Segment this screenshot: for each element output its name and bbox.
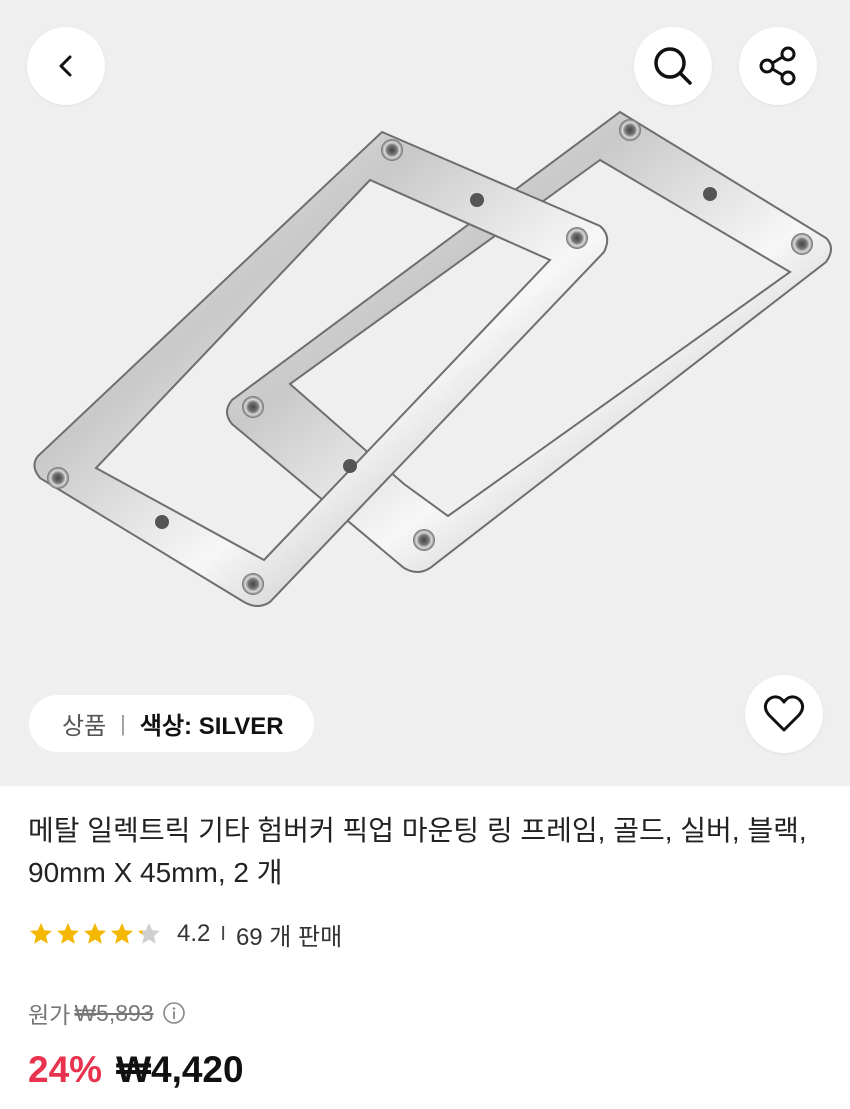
option-value: 색상: SILVER [139,713,284,740]
rating-stars [28,921,163,947]
sale-price-row: 24% ₩4,420 [28,1045,244,1095]
option-label: 상품 [62,713,107,740]
star-icon [57,923,79,944]
back-button[interactable] [27,27,105,105]
heart-outline-icon [763,695,805,732]
product-title: 메탈 일렉트릭 기타 험버커 픽업 마운팅 링 프레임, 골드, 실버, 블랙,… [28,815,807,888]
rating-value: 4.2 [177,920,211,947]
chevron-left-icon [59,55,72,77]
rating-row[interactable]: 4.2 I 69 개 판매 [28,916,342,952]
search-icon [654,47,692,85]
wishlist-button[interactable] [745,675,823,753]
star-icon [84,923,106,944]
original-price-label: 원가 [28,1002,71,1028]
discount-rate: 24% [28,1049,103,1090]
original-price-row: 원가 ₩5,893 [28,996,186,1030]
product-image [33,110,832,607]
star-icon [111,923,133,944]
sale-price: ₩4,420 [116,1049,244,1090]
share-button[interactable] [739,27,817,105]
original-price: ₩5,893 [74,999,154,1026]
star-icon [138,923,160,944]
search-button[interactable] [634,27,712,105]
product-image-gallery[interactable]: 상품 | 색상: SILVER [0,0,850,786]
sold-count: 69 개 판매 [235,923,343,951]
info-icon[interactable] [162,1001,186,1025]
rating-divider: I [220,922,226,945]
star-icon [30,923,52,944]
option-separator: | [120,710,126,736]
share-icon [759,46,796,86]
selected-option-pill[interactable]: 상품 | 색상: SILVER [29,695,314,752]
